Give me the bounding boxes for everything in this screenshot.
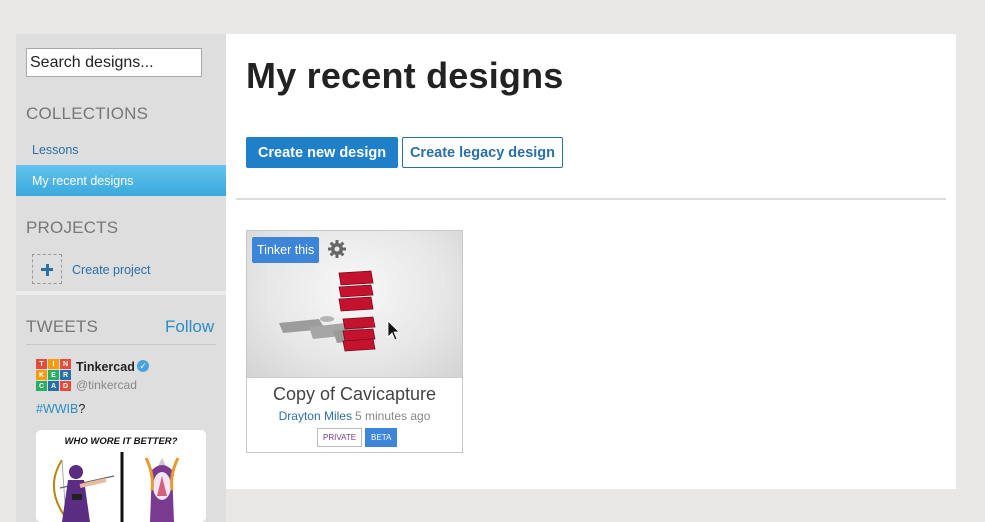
logo-letter: N — [60, 359, 71, 369]
design-title[interactable]: Copy of Cavicapture — [247, 384, 462, 405]
sidebar-item-lessons[interactable]: Lessons — [32, 143, 79, 157]
logo-letter: A — [48, 381, 59, 391]
logo-letter: K — [36, 370, 47, 380]
search-input[interactable] — [26, 48, 202, 77]
sidebar-item-my-recent-designs[interactable]: My recent designs — [16, 165, 226, 196]
follow-link[interactable]: Follow — [165, 317, 214, 337]
design-meta: Drayton Miles 5 minutes ago — [247, 409, 462, 423]
tweets-title: TWEETS — [26, 317, 99, 336]
tweet-text-suffix: ? — [78, 402, 86, 416]
tweet-image-art — [52, 452, 180, 522]
logo-letter: E — [48, 370, 59, 380]
create-project-link[interactable]: Create project — [72, 263, 151, 277]
verified-icon: ✓ — [137, 360, 149, 372]
divider — [26, 344, 216, 345]
logo-letter: D — [60, 381, 71, 391]
tweet-author-name[interactable]: Tinkercad — [76, 360, 135, 374]
logo-letter: T — [36, 359, 47, 369]
tinkercad-logo: T I N K E R C A D — [36, 359, 71, 391]
logo-letter: R — [60, 370, 71, 380]
projects-title: PROJECTS — [26, 218, 119, 237]
sidebar-item-label: My recent designs — [32, 174, 134, 188]
page-title: My recent designs — [246, 55, 564, 96]
tweet-author-handle[interactable]: @tinkercad — [76, 378, 137, 392]
tinker-this-button[interactable]: Tinker this — [252, 237, 320, 263]
create-legacy-design-button[interactable]: Create legacy design — [402, 137, 563, 168]
logo-letter: C — [36, 381, 47, 391]
divider — [236, 198, 946, 200]
plus-icon[interactable] — [32, 254, 62, 284]
gear-icon[interactable] — [327, 239, 347, 259]
badge-group: PRIVATE BETA — [317, 428, 398, 447]
create-new-design-button[interactable]: Create new design — [246, 137, 398, 168]
design-author-link[interactable]: Drayton Miles — [279, 409, 352, 423]
private-badge: PRIVATE — [317, 428, 363, 447]
design-card[interactable]: Tinker this Copy of Cavicapture Drayton — [246, 230, 463, 453]
sidebar: COLLECTIONS Lessons My recent designs PR… — [16, 34, 226, 522]
design-thumbnail[interactable]: Tinker this — [247, 231, 462, 378]
hashtag-link[interactable]: #WWIB — [36, 402, 78, 416]
tweet-image[interactable]: WHO WORE IT BETTER? — [36, 430, 206, 522]
logo-letter: I — [48, 359, 59, 369]
collections-title: COLLECTIONS — [26, 104, 149, 123]
design-timestamp: 5 minutes ago — [354, 409, 431, 423]
beta-badge: BETA — [365, 428, 398, 447]
divider — [16, 291, 226, 295]
main-panel: My recent designs Create new design Crea… — [226, 34, 956, 489]
tweet-text: #WWIB? — [36, 402, 85, 416]
